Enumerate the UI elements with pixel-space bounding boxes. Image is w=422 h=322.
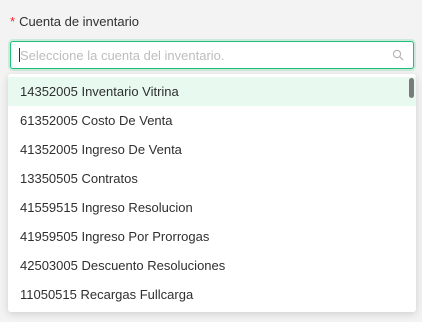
option-item[interactable]: 61352005 Costo De Venta <box>8 106 416 135</box>
field-label: * Cuenta de inventario <box>10 14 139 30</box>
search-icon <box>392 49 404 61</box>
option-item[interactable]: 42503005 Descuento Resoluciones <box>8 251 416 280</box>
required-mark: * <box>10 14 16 29</box>
option-item[interactable]: 41959505 Ingreso Por Prorrogas <box>8 222 416 251</box>
option-item[interactable]: 13350505 Contratos <box>8 164 416 193</box>
inventory-account-search-input[interactable] <box>20 42 390 68</box>
option-item[interactable]: 14352005 Inventario Vitrina <box>8 77 416 106</box>
inventory-account-select[interactable] <box>10 41 414 69</box>
option-item[interactable]: 41559515 Ingreso Resolucion <box>8 193 416 222</box>
field-label-text: Cuenta de inventario <box>19 14 140 29</box>
option-item[interactable]: 11050515 Recargas Fullcarga <box>8 280 416 309</box>
dropdown-scrollbar[interactable] <box>409 78 414 98</box>
option-list: 14352005 Inventario Vitrina 61352005 Cos… <box>8 77 416 309</box>
option-item[interactable]: 41352005 Ingreso De Venta <box>8 135 416 164</box>
inventory-account-dropdown: 14352005 Inventario Vitrina 61352005 Cos… <box>8 74 416 312</box>
